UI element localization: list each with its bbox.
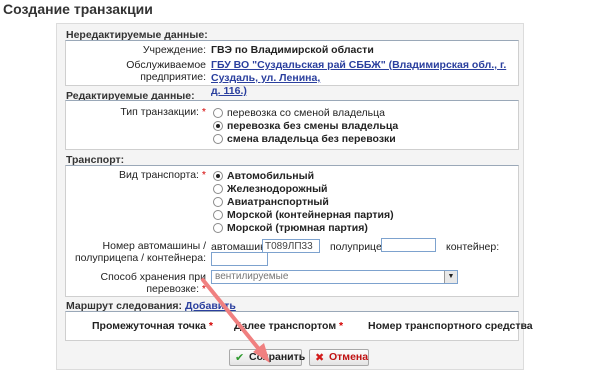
transport-kind-radio-1[interactable] xyxy=(213,184,223,194)
container-number-input[interactable] xyxy=(211,252,268,266)
car-number-input[interactable] xyxy=(262,239,320,253)
cancel-button-label: Отмена xyxy=(329,351,369,363)
transaction-type-option-0[interactable]: перевозка со сменой владельца xyxy=(227,107,385,119)
checkmark-icon: ✔ xyxy=(235,352,245,364)
cancel-button[interactable]: ✖ Отмена xyxy=(309,349,369,366)
institution-value: ГВЭ по Владимирской области xyxy=(211,44,374,56)
trailer-number-input[interactable] xyxy=(381,238,436,252)
save-button[interactable]: ✔ Сохранить xyxy=(229,349,306,366)
required-marker: * xyxy=(339,320,344,332)
transaction-type-label: Тип транзакции: * xyxy=(100,106,206,118)
enterprise-link[interactable]: ГБУ ВО "Суздальская рай СББЖ" (Владимирс… xyxy=(211,59,516,98)
route-column-next-transport: Далее транспортом * xyxy=(234,320,343,332)
storage-method-select[interactable]: вентилируемые ▼ xyxy=(211,270,458,284)
transport-kind-radio-3[interactable] xyxy=(213,210,223,220)
transaction-type-label-text: Тип транзакции: xyxy=(120,106,199,118)
transaction-type-radio-0[interactable] xyxy=(213,108,223,118)
transport-kind-option-4[interactable]: Морской (трюмная партия) xyxy=(227,222,368,234)
save-button-label: Сохранить xyxy=(249,351,306,363)
institution-label: Учреждение: xyxy=(142,44,206,56)
enterprise-label: Обслуживаемое предприятие: xyxy=(126,59,206,83)
transport-kind-label: Вид транспорта: * xyxy=(100,169,206,181)
required-marker: * xyxy=(208,320,213,332)
chevron-down-icon[interactable]: ▼ xyxy=(444,271,457,283)
route-column-next-transport-text: Далее транспортом xyxy=(234,320,337,332)
transport-kind-option-0[interactable]: Автомобильный xyxy=(227,170,314,182)
transaction-type-option-1[interactable]: перевозка без смены владельца xyxy=(227,120,398,132)
transaction-type-radio-2[interactable] xyxy=(213,134,223,144)
transport-kind-radio-2[interactable] xyxy=(213,197,223,207)
required-marker: * xyxy=(201,106,206,118)
required-marker: * xyxy=(201,169,206,181)
transaction-type-option-2[interactable]: смена владельца без перевозки xyxy=(227,133,396,145)
storage-method-label: Способ хранения при перевозке: * xyxy=(70,271,206,295)
route-column-vehicle-number: Номер транспортного средства xyxy=(368,320,533,332)
route-column-intermediate-point-text: Промежуточная точка xyxy=(92,320,206,332)
container-number-label: контейнер: xyxy=(446,241,500,253)
transport-kind-option-3[interactable]: Морской (контейнерная партия) xyxy=(227,209,394,221)
transport-kind-radio-0[interactable] xyxy=(213,171,223,181)
vehicle-number-label-line1: Номер автомашины / xyxy=(102,240,206,252)
storage-method-value: вентилируемые xyxy=(215,271,289,282)
vehicle-number-label: Номер автомашины / полуприцепа / контейн… xyxy=(70,240,206,264)
route-column-intermediate-point: Промежуточная точка * xyxy=(92,320,213,332)
transport-kind-label-text: Вид транспорта: xyxy=(118,169,199,181)
required-marker: * xyxy=(201,283,206,295)
transport-kind-radio-4[interactable] xyxy=(213,223,223,233)
transport-kind-option-2[interactable]: Авиатранспортный xyxy=(227,196,329,208)
storage-method-label-text: Способ хранения при перевозке: xyxy=(100,271,206,295)
transaction-type-radio-1[interactable] xyxy=(213,121,223,131)
close-icon: ✖ xyxy=(315,352,325,364)
enterprise-link-line1: ГБУ ВО "Суздальская рай СББЖ" (Владимирс… xyxy=(211,59,507,84)
page-title: Создание транзакции xyxy=(3,1,153,17)
vehicle-number-label-line2: полуприцепа / контейнера: xyxy=(74,252,206,264)
transport-kind-option-1[interactable]: Железнодорожный xyxy=(227,183,328,195)
enterprise-link-line2: д. 116.) xyxy=(211,85,247,97)
